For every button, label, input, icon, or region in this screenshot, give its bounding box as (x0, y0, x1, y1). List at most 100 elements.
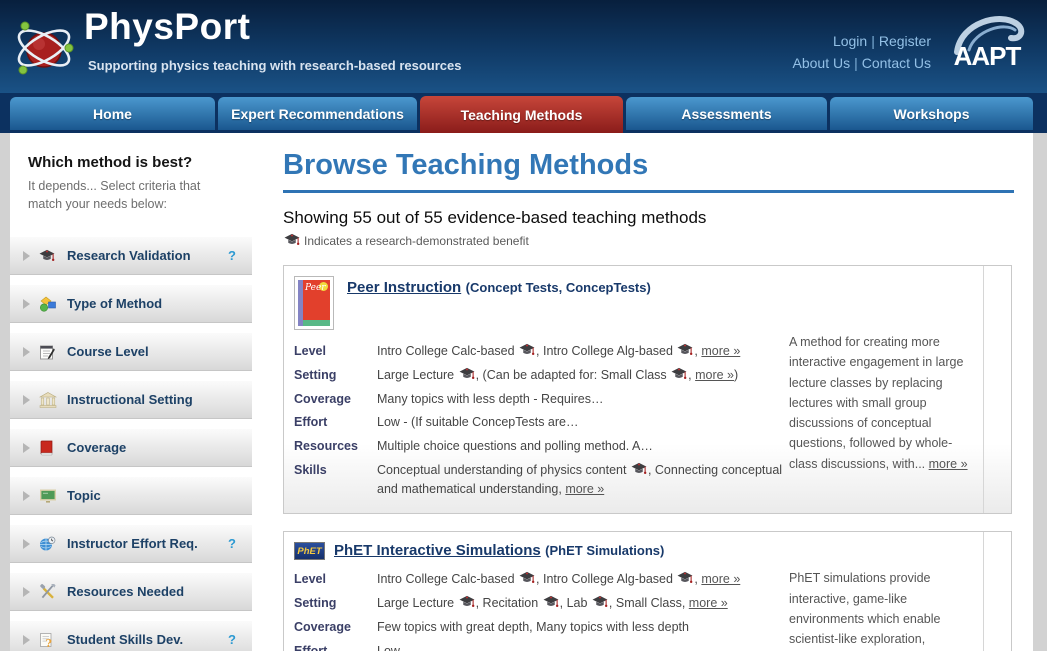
grad-cap-icon (283, 233, 301, 248)
grad-cap-icon (630, 463, 648, 477)
tab-home[interactable]: Home (10, 97, 215, 130)
grad-cap-icon (518, 344, 536, 358)
attribute-row: Coverage Few topics with great depth, Ma… (294, 618, 789, 637)
chalkboard-icon (39, 488, 59, 503)
expand-arrow-icon (23, 635, 30, 645)
method-card-peer-instruction: Peer Peer Instruction (Concept Tests, Co… (283, 265, 1012, 514)
sidebar-subtitle: It depends... Select criteria that match… (28, 177, 218, 213)
more-link[interactable]: more » (565, 482, 604, 496)
filter-sidebar: Which method is best? It depends... Sele… (10, 133, 252, 651)
grad-cap-icon (676, 344, 694, 358)
legend-text: Indicates a research-demonstrated benefi… (304, 234, 529, 248)
about-us-link[interactable]: About Us (793, 55, 851, 71)
attribute-row: Effort Low - (If suitable ConcepTests ar… (294, 413, 789, 432)
expand-arrow-icon (23, 539, 30, 549)
aapt-logo[interactable]: AAPT (943, 8, 1031, 86)
sidebar-item-coverage[interactable]: Coverage (10, 429, 252, 467)
link-separator: | (867, 33, 879, 49)
header-links: Login|Register About Us|Contact Us (793, 30, 931, 75)
peer-instruction-thumbnail[interactable]: Peer (294, 276, 334, 330)
grad-cap-icon (542, 596, 560, 610)
expand-arrow-icon (23, 299, 30, 309)
contact-us-link[interactable]: Contact Us (862, 55, 931, 71)
attribute-row: Level Intro College Calc-based , Intro C… (294, 342, 789, 361)
attribute-row: Level Intro College Calc-based , Intro C… (294, 570, 789, 589)
more-link[interactable]: more » (701, 344, 740, 358)
expand-arrow-icon (23, 395, 30, 405)
method-description: A method for creating more interactive e… (789, 266, 983, 513)
grad-cap-icon (518, 572, 536, 586)
card-side-column (983, 266, 1011, 513)
method-alt-names: (PhET Simulations) (545, 543, 664, 558)
svg-text:?: ? (46, 637, 52, 648)
attribute-row: Skills Conceptual understanding of physi… (294, 461, 789, 499)
aapt-wordmark: AAPT (943, 41, 1031, 72)
sidebar-item-student-skills[interactable]: ? Student Skills Dev. ? (10, 621, 252, 651)
globe-clock-icon (39, 536, 59, 552)
page-title: Browse Teaching Methods (283, 149, 1014, 193)
brand-title[interactable]: PhysPort (84, 6, 250, 48)
grad-cap-icon (39, 249, 59, 263)
grad-cap-icon (458, 368, 476, 382)
attribute-row: Coverage Many topics with less depth - R… (294, 390, 789, 409)
login-link[interactable]: Login (833, 33, 867, 49)
method-title-link[interactable]: PhET Interactive Simulations (334, 542, 541, 559)
main-content: Browse Teaching Methods Showing 55 out o… (283, 133, 1033, 651)
book-icon (39, 440, 59, 456)
sidebar-title: Which method is best? (28, 154, 238, 171)
more-link[interactable]: more » (701, 572, 740, 586)
attribute-row: Setting Large Lecture , Recitation , Lab… (294, 594, 789, 613)
attribute-row: Effort Low (294, 642, 789, 651)
legend-row: Indicates a research-demonstrated benefi… (283, 233, 1033, 248)
attribute-row: Setting Large Lecture , (Can be adapted … (294, 366, 789, 385)
question-doc-icon: ? (39, 632, 59, 648)
more-link[interactable]: more » (695, 368, 734, 382)
primary-nav: Home Expert Recommendations Teaching Met… (0, 93, 1047, 133)
grad-cap-icon (591, 596, 609, 610)
physport-page: PhysPort Supporting physics teaching wit… (0, 0, 1047, 651)
notepad-icon (39, 344, 59, 360)
help-button[interactable]: ? (228, 248, 236, 263)
tab-assessments[interactable]: Assessments (626, 97, 827, 130)
register-link[interactable]: Register (879, 33, 931, 49)
card-side-column (983, 532, 1011, 651)
sidebar-header: Which method is best? It depends... Sele… (10, 133, 252, 237)
results-count: Showing 55 out of 55 evidence-based teac… (283, 208, 1033, 228)
card-header: PhET PhET Interactive Simulations (PhET … (294, 542, 789, 560)
more-link[interactable]: more » (689, 596, 728, 610)
sidebar-item-type-of-method[interactable]: Type of Method (10, 285, 252, 323)
more-link[interactable]: more » (929, 457, 968, 471)
physport-atom-logo[interactable] (13, 8, 77, 89)
grad-cap-icon (458, 596, 476, 610)
content-area: Which method is best? It depends... Sele… (10, 133, 1033, 651)
tab-teaching-methods[interactable]: Teaching Methods (420, 96, 623, 133)
expand-arrow-icon (23, 587, 30, 597)
sidebar-item-course-level[interactable]: Course Level (10, 333, 252, 371)
phet-thumbnail[interactable]: PhET (294, 542, 325, 560)
card-details: Peer Peer Instruction (Concept Tests, Co… (284, 266, 789, 513)
sidebar-item-resources-needed[interactable]: Resources Needed (10, 573, 252, 611)
card-details: PhET PhET Interactive Simulations (PhET … (284, 532, 789, 651)
method-alt-names: (Concept Tests, ConcepTests) (466, 280, 651, 295)
expand-arrow-icon (23, 251, 30, 261)
expand-arrow-icon (23, 491, 30, 501)
method-card-phet-simulations: PhET PhET Interactive Simulations (PhET … (283, 531, 1012, 651)
grad-cap-icon (670, 368, 688, 382)
sidebar-item-research-validation[interactable]: Research Validation ? (10, 237, 252, 275)
building-icon (39, 392, 59, 408)
tab-workshops[interactable]: Workshops (830, 97, 1033, 130)
help-button[interactable]: ? (228, 536, 236, 551)
sidebar-item-topic[interactable]: Topic (10, 477, 252, 515)
site-header: PhysPort Supporting physics teaching wit… (0, 0, 1047, 93)
sidebar-item-instructional-setting[interactable]: Instructional Setting (10, 381, 252, 419)
grad-cap-icon (676, 572, 694, 586)
attribute-row: Resources Multiple choice questions and … (294, 437, 789, 456)
brand-tagline: Supporting physics teaching with researc… (88, 58, 462, 73)
sidebar-item-instructor-effort[interactable]: Instructor Effort Req. ? (10, 525, 252, 563)
method-title-link[interactable]: Peer Instruction (347, 279, 461, 296)
tab-expert-recommendations[interactable]: Expert Recommendations (218, 97, 417, 130)
help-button[interactable]: ? (228, 632, 236, 647)
expand-arrow-icon (23, 443, 30, 453)
tools-icon (39, 584, 59, 600)
shapes-icon (39, 296, 59, 312)
